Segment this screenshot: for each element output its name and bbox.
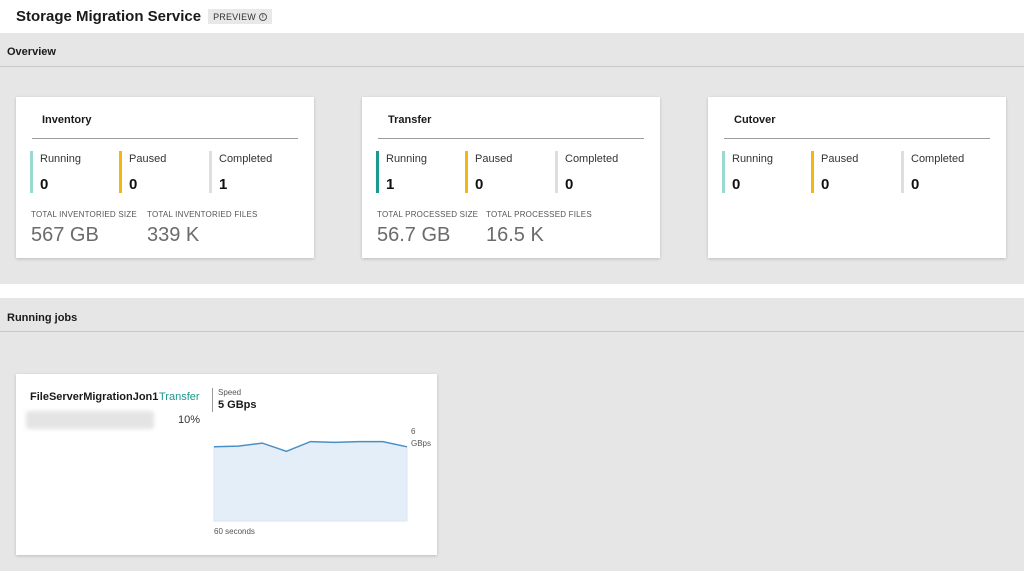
stat-label: Completed — [565, 153, 619, 165]
y-axis-max-value: 6 — [411, 427, 416, 436]
total-files-label: TOTAL PROCESSED FILES — [486, 210, 592, 219]
card-title: Inventory — [42, 114, 92, 126]
stat-running[interactable]: Running 0 — [30, 151, 81, 193]
card-title: Cutover — [734, 114, 776, 126]
running-jobs-heading: Running jobs — [7, 312, 78, 324]
stat-value: 0 — [821, 176, 830, 193]
card-title: Transfer — [388, 114, 432, 126]
stat-value: 0 — [129, 176, 138, 193]
running-jobs-divider — [0, 331, 1024, 332]
stat-label: Running — [732, 153, 773, 165]
stat-label: Completed — [219, 153, 273, 165]
total-files-value: 339 K — [147, 224, 200, 246]
stat-value: 1 — [219, 176, 228, 193]
overview-divider — [0, 66, 1024, 67]
total-size-label: TOTAL PROCESSED SIZE — [377, 210, 479, 219]
app-header: Storage Migration Service PREVIEW i — [0, 0, 1024, 33]
stat-running[interactable]: Running 0 — [722, 151, 773, 193]
stat-label: Completed — [911, 153, 965, 165]
stat-value: 1 — [386, 176, 395, 193]
stat-completed[interactable]: Completed 1 — [209, 151, 272, 193]
card-divider — [378, 138, 644, 139]
x-axis-span-label: 60 seconds — [214, 527, 255, 536]
cutover-card[interactable]: Cutover Running 0 Paused 0 Completed 0 — [708, 97, 1006, 258]
inventory-card[interactable]: Inventory Running 0 Paused 0 Completed 1… — [16, 97, 314, 258]
stat-label: Paused — [821, 153, 859, 165]
stat-label: Paused — [129, 153, 167, 165]
stat-paused[interactable]: Paused 0 — [811, 151, 858, 193]
card-divider — [32, 138, 298, 139]
running-job-card[interactable]: FileServerMigrationJon1 Transfer 10% Spe… — [16, 374, 437, 555]
y-axis-unit: GBps — [411, 439, 432, 448]
preview-badge[interactable]: PREVIEW i — [208, 9, 272, 24]
stat-label: Running — [40, 153, 81, 165]
stat-completed[interactable]: Completed 0 — [901, 151, 964, 193]
stat-label: Running — [386, 153, 427, 165]
stat-value: 0 — [40, 176, 49, 193]
stat-label: Paused — [475, 153, 513, 165]
page-title: Storage Migration Service — [16, 8, 202, 25]
stat-paused[interactable]: Paused 0 — [119, 151, 166, 193]
stat-value: 0 — [732, 176, 741, 193]
info-icon[interactable]: i — [258, 13, 267, 21]
overview-heading: Overview — [7, 46, 56, 58]
stat-value: 0 — [475, 176, 484, 193]
stat-paused[interactable]: Paused 0 — [465, 151, 512, 193]
stat-running[interactable]: Running 1 — [376, 151, 427, 193]
stat-value: 0 — [565, 176, 574, 193]
section-separator — [0, 284, 1024, 298]
speed-area-fill — [213, 441, 408, 522]
total-size-value: 567 GB — [31, 224, 99, 246]
transfer-card[interactable]: Transfer Running 1 Paused 0 Completed 0 … — [362, 97, 660, 258]
total-files-value: 16.5 K — [486, 224, 544, 246]
stat-completed[interactable]: Completed 0 — [555, 151, 618, 193]
stat-value: 0 — [911, 176, 920, 193]
card-divider — [724, 138, 990, 139]
total-size-value: 56.7 GB — [377, 224, 451, 246]
total-size-label: TOTAL INVENTORIED SIZE — [31, 210, 137, 219]
preview-badge-label: PREVIEW — [213, 12, 256, 22]
total-files-label: TOTAL INVENTORIED FILES — [147, 210, 258, 219]
